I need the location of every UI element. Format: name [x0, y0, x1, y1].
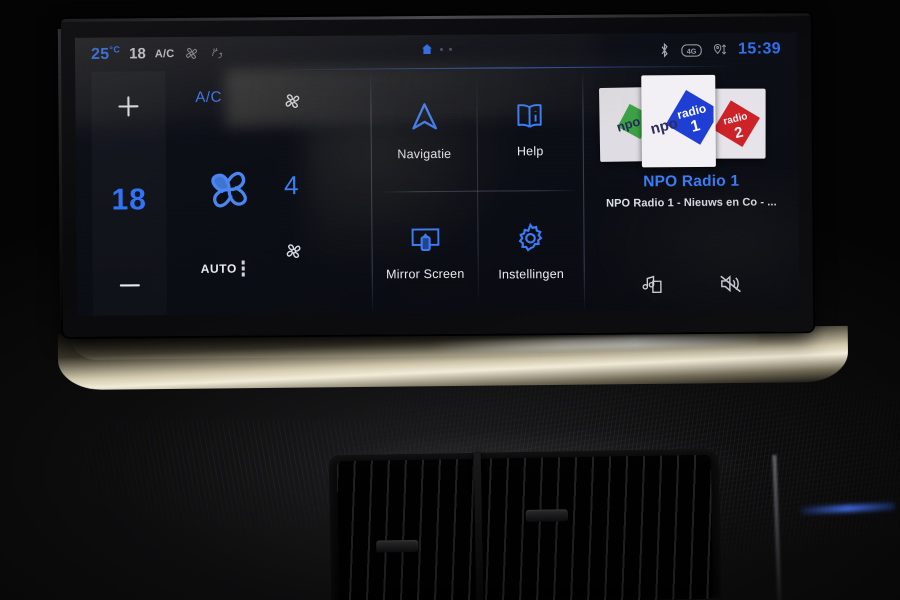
vent-tab-right[interactable] [525, 509, 568, 522]
app-tile-instellingen[interactable]: Instellingen [478, 190, 585, 313]
ac-toggle-button[interactable]: A/C [195, 89, 222, 106]
media-panel: npo npo radio 1 radio 2 NPO Radio 1 NPO … [583, 66, 799, 312]
fan-decrease-icon[interactable] [283, 240, 305, 262]
app-label-instellingen: Instellingen [498, 267, 565, 282]
infotainment-screen[interactable]: 25°C 18 A/C 4G 15:39 18 A/C 4 AUTO Navig… [74, 32, 800, 316]
vent-tab-left[interactable] [376, 539, 419, 553]
home-screen-content: 18 A/C 4 AUTO Navigatie Help Mirror Scre… [75, 66, 799, 316]
phone-mirror-screen-icon [407, 223, 443, 255]
auto-indicator-icon [241, 260, 245, 277]
svg-text:npo: npo [649, 115, 680, 138]
temp-increase-button[interactable] [115, 93, 141, 119]
station-name: NPO Radio 1 [643, 172, 740, 191]
auto-climate-button[interactable]: AUTO [200, 260, 245, 277]
fan-increase-icon[interactable] [281, 90, 303, 112]
speaker-muted-icon[interactable] [718, 271, 744, 297]
page-dot-2[interactable] [448, 47, 453, 51]
station-preset-npo-radio-1[interactable]: npo radio 1 [641, 74, 717, 168]
app-label-help: Help [516, 144, 544, 159]
station-program-info: NPO Radio 1 - Nieuws en Co - ... [605, 196, 777, 210]
vent-slats [336, 454, 714, 600]
app-grid: Navigatie Help Mirror Screen Instellinge… [371, 68, 585, 314]
app-tile-mirror-screen[interactable]: Mirror Screen [372, 191, 479, 314]
page-dot-1[interactable] [439, 47, 444, 51]
fan-blower-icon[interactable] [198, 158, 260, 220]
book-info-icon [513, 100, 547, 132]
station-preset-logos: npo npo radio 1 radio 2 [583, 70, 797, 172]
svg-text:4G: 4G [687, 46, 697, 55]
temperature-column: 18 [91, 71, 168, 316]
app-label-mirror-screen: Mirror Screen [386, 266, 465, 282]
bluetooth-icon [658, 42, 671, 58]
photo-of-car-infotainment-screen: 25°C 18 A/C 4G 15:39 18 A/C 4 AUTO Navig… [0, 0, 900, 600]
auto-label: AUTO [200, 261, 237, 276]
navigation-arrow-icon [406, 99, 442, 135]
fan-speed-value: 4 [283, 170, 299, 201]
gps-location-icon [712, 41, 728, 58]
head-unit-bezel: 25°C 18 A/C 4G 15:39 18 A/C 4 AUTO Navig… [57, 13, 814, 337]
climate-panel: 18 A/C 4 AUTO [75, 70, 372, 316]
gear-settings-icon [514, 221, 548, 255]
temp-decrease-button[interactable] [117, 281, 143, 289]
app-tile-navigatie[interactable]: Navigatie [371, 69, 478, 192]
home-icon[interactable] [420, 42, 434, 56]
air-vent [328, 448, 722, 600]
media-controls [585, 270, 799, 298]
set-temperature-value: 18 [111, 183, 148, 217]
station-preset-npo-radio-2[interactable]: radio 2 [707, 88, 766, 159]
app-tile-help[interactable]: Help [477, 68, 584, 191]
4g-network-icon: 4G [681, 42, 702, 57]
app-label-navigatie: Navigatie [397, 146, 452, 162]
music-source-icon[interactable] [640, 272, 664, 296]
